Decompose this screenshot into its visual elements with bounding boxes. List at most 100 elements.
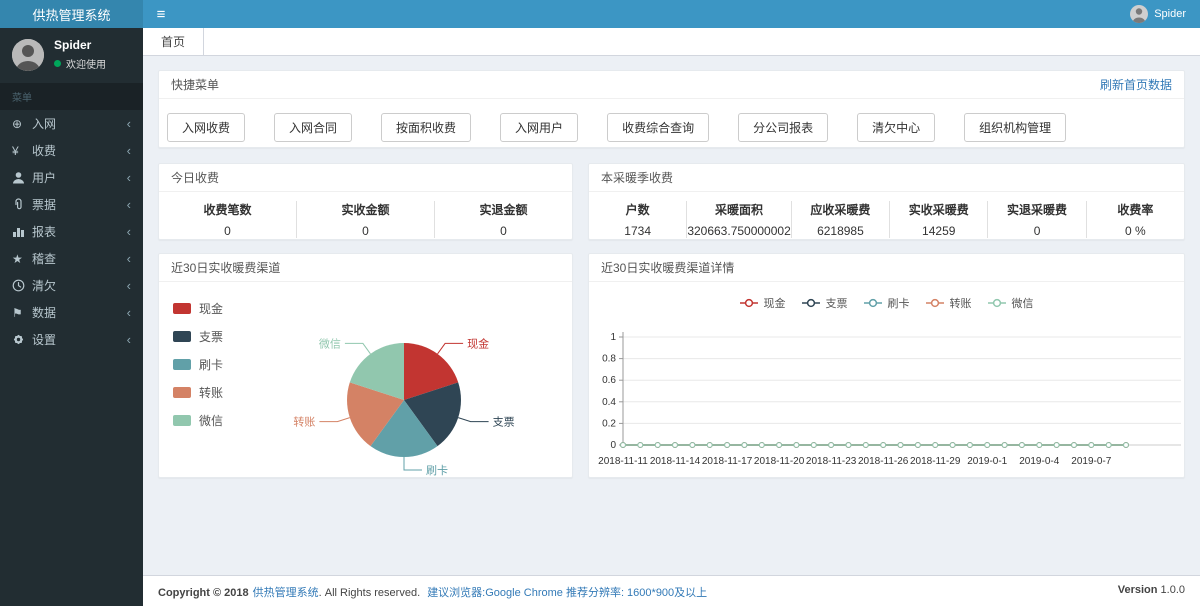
today-fees-title: 今日收费 — [171, 169, 219, 186]
x-tick-label: 2018-11-11 — [598, 456, 648, 467]
chevron-left-icon: ‹ — [127, 332, 131, 347]
stat-label: 采暖面积 — [687, 201, 790, 218]
quick-button[interactable]: 入网合同 — [274, 113, 352, 142]
pie-chart-panel: 近30日实收暖费渠道 现金支票刷卡转账微信 现金支票刷卡转账微信 — [158, 253, 573, 478]
sidebar-item-audit[interactable]: ★ 稽查 ‹ — [0, 245, 143, 272]
version-text: Version 1.0.0 — [1118, 584, 1185, 598]
legend-item[interactable]: 转账 — [173, 384, 223, 401]
quick-menu-panel: 快捷菜单 刷新首页数据 入网收费入网合同按面积收费入网用户收费综合查询分公司报表… — [158, 70, 1185, 148]
stat-label: 收费笔数 — [159, 201, 296, 218]
legend-swatch — [173, 387, 191, 398]
app-logo[interactable]: 供热管理系统 — [0, 0, 143, 28]
quick-button[interactable]: 清欠中心 — [857, 113, 935, 142]
quick-button[interactable]: 收费综合查询 — [607, 113, 709, 142]
legend-swatch — [173, 359, 191, 370]
sidebar-user-name: Spider — [54, 38, 106, 52]
legend-item[interactable]: 现金 — [740, 295, 786, 311]
chevron-left-icon: ‹ — [127, 143, 131, 158]
tab-home[interactable]: 首页 — [143, 28, 204, 55]
line-legend: 现金支票刷卡转账微信 — [589, 295, 1184, 311]
paperclip-icon — [12, 198, 32, 211]
stat: 收费率0 % — [1086, 201, 1184, 238]
y-tick-label: 1 — [610, 332, 616, 343]
quick-button[interactable]: 分公司报表 — [738, 113, 828, 142]
sidebar-user-panel: Spider 欢迎使用 — [0, 28, 143, 83]
legend-item[interactable]: 微信 — [988, 295, 1034, 311]
y-tick-label: 0.4 — [602, 397, 616, 408]
y-tick-label: 0 — [610, 440, 616, 451]
x-tick-label: 2019-0-1 — [967, 456, 1007, 467]
legend-item[interactable]: 转账 — [926, 295, 972, 311]
legend-swatch — [173, 331, 191, 342]
quick-button[interactable]: 入网收费 — [167, 113, 245, 142]
line-chart-panel: 近30日实收暖费渠道详情 现金支票刷卡转账微信 00.20.40.60.8120… — [588, 253, 1185, 478]
bar-chart-icon — [12, 225, 32, 238]
quick-menu-buttons: 入网收费入网合同按面积收费入网用户收费综合查询分公司报表清欠中心组织机构管理 — [159, 99, 1184, 156]
flag-icon: ⚑ — [12, 306, 32, 320]
stat-value: 1734 — [589, 224, 686, 238]
navbar-user-menu[interactable]: Spider — [1130, 0, 1200, 28]
x-tick-label: 2018-11-14 — [650, 456, 701, 467]
y-tick-label: 0.2 — [602, 418, 616, 429]
x-tick-label: 2019-0-4 — [1019, 456, 1059, 467]
stat-label: 应收采暖费 — [792, 201, 889, 218]
stat: 实退采暖费0 — [987, 201, 1085, 238]
browser-note-link[interactable]: 建议浏览器:Google Chrome 推荐分辨率: 1600*900及以上 — [427, 587, 707, 599]
stat-value: 0 — [159, 224, 296, 238]
pie-slice-label: 刷卡 — [426, 464, 448, 477]
stat-value: 6218985 — [792, 224, 889, 238]
sidebar: Spider 欢迎使用 菜单 ⊕ 入网 ‹ ¥ 收费 ‹ 用户 ‹ 票据 ‹ 报… — [0, 28, 143, 606]
chevron-left-icon: ‹ — [127, 305, 131, 320]
legend-item[interactable]: 微信 — [173, 412, 223, 429]
quick-button[interactable]: 入网用户 — [500, 113, 578, 142]
stat-value: 320663.750000002 — [687, 224, 790, 238]
stat: 实收金额 0 — [296, 201, 434, 238]
line-chart-title: 近30日实收暖费渠道详情 — [601, 259, 734, 276]
season-fees-stats: 户数1734采暖面积320663.750000002应收采暖费6218985实收… — [589, 192, 1184, 250]
sidebar-item-charging[interactable]: ¥ 收费 ‹ — [0, 137, 143, 164]
footer-brand-link[interactable]: 供热管理系统 — [253, 587, 319, 599]
quick-button[interactable]: 按面积收费 — [381, 113, 471, 142]
stat: 采暖面积 320663.750000002 — [686, 201, 790, 238]
stat: 实退金额 0 — [434, 201, 572, 238]
chevron-left-icon: ‹ — [127, 116, 131, 131]
legend-item[interactable]: 现金 — [173, 300, 223, 317]
sidebar-item-users[interactable]: 用户 ‹ — [0, 164, 143, 191]
stat-label: 实退金额 — [435, 201, 572, 218]
sidebar-item-reports[interactable]: 报表 ‹ — [0, 218, 143, 245]
gears-icon — [12, 333, 32, 346]
x-tick-label: 2018-11-23 — [806, 456, 857, 467]
legend-item[interactable]: 刷卡 — [173, 356, 223, 373]
today-fees-stats: 收费笔数0实收金额0实退金额0 — [159, 192, 572, 250]
stat-label: 实收金额 — [297, 201, 434, 218]
line-chart[interactable]: 00.20.40.60.812018-11-112018-11-142018-1… — [589, 282, 1186, 482]
stat-value: 0 — [297, 224, 434, 238]
sidebar-toggle-icon[interactable]: ≡ — [143, 0, 179, 28]
pie-slice-label: 支票 — [493, 416, 515, 429]
pie-chart-title: 近30日实收暖费渠道 — [171, 259, 280, 276]
sidebar-item-settings[interactable]: 设置 ‹ — [0, 326, 143, 353]
quick-button[interactable]: 组织机构管理 — [964, 113, 1066, 142]
legend-item[interactable]: 支票 — [173, 328, 223, 345]
chevron-left-icon: ‹ — [127, 224, 131, 239]
stat: 应收采暖费 6218985 — [791, 201, 889, 238]
x-tick-label: 2018-11-20 — [754, 456, 805, 467]
pie-slice-label: 现金 — [467, 336, 489, 350]
sidebar-item-data[interactable]: ⚑ 数据 ‹ — [0, 299, 143, 326]
user-status: 欢迎使用 — [54, 56, 106, 71]
footer: Copyright © 2018供热管理系统. All Rights reser… — [143, 575, 1200, 606]
legend-item[interactable]: 刷卡 — [864, 295, 910, 311]
navbar-user-name: Spider — [1154, 8, 1186, 20]
user-avatar — [12, 39, 44, 71]
x-tick-label: 2018-11-17 — [702, 456, 753, 467]
stat-label: 实退采暖费 — [988, 201, 1085, 218]
sidebar-item-tickets[interactable]: 票据 ‹ — [0, 191, 143, 218]
pie-slice-label: 微信 — [319, 336, 341, 350]
sidebar-item-network[interactable]: ⊕ 入网 ‹ — [0, 110, 143, 137]
y-tick-label: 0.8 — [602, 354, 616, 365]
sidebar-item-arrears[interactable]: 清欠 ‹ — [0, 272, 143, 299]
user-icon — [12, 171, 32, 184]
stat-value: 0 — [435, 224, 572, 238]
legend-item[interactable]: 支票 — [802, 295, 848, 311]
refresh-home-link[interactable]: 刷新首页数据 — [1100, 76, 1172, 93]
